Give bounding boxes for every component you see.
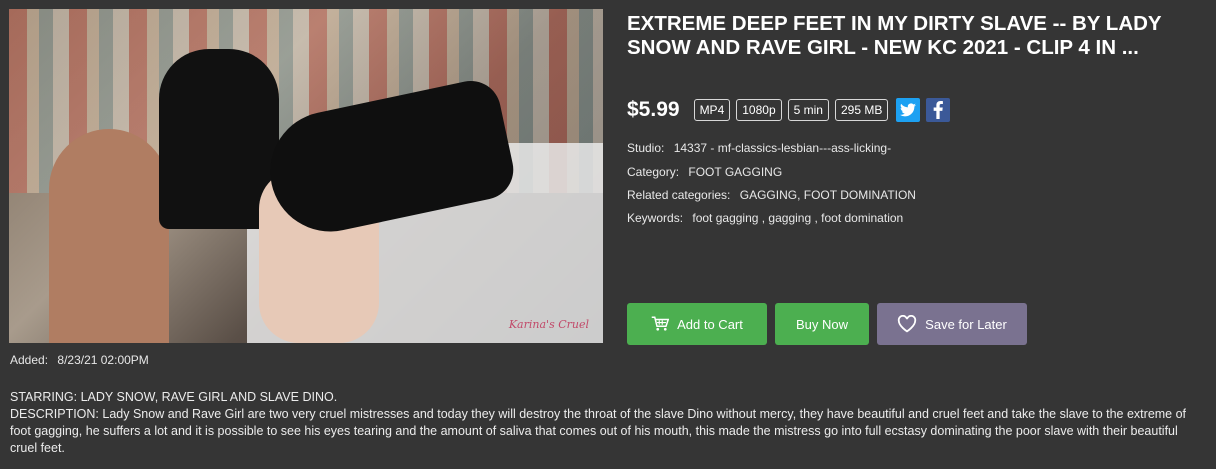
- price: $5.99: [627, 98, 680, 121]
- related-categories-row: Related categories: GAGGING, FOOT DOMINA…: [627, 188, 916, 202]
- related-categories-links[interactable]: GAGGING, FOOT DOMINATION: [740, 188, 916, 202]
- save-for-later-button[interactable]: Save for Later: [877, 303, 1027, 345]
- category-row: Category: FOOT GAGGING: [627, 165, 782, 179]
- studio-row: Studio: 14337 - mf-classics-lesbian---as…: [627, 141, 891, 155]
- facebook-icon[interactable]: [926, 98, 951, 122]
- thumbnail-watermark: Karina's Cruel: [508, 318, 589, 331]
- product-title: EXTREME DEEP FEET IN MY DIRTY SLAVE -- B…: [627, 12, 1162, 59]
- studio-link[interactable]: 14337 - mf-classics-lesbian---ass-lickin…: [674, 141, 891, 155]
- add-to-cart-button[interactable]: Add to Cart: [627, 303, 767, 345]
- price-row: $5.99 MP4 1080p 5 min 295 MB: [627, 97, 954, 123]
- cart-icon: [651, 316, 670, 331]
- keywords-links[interactable]: foot gagging , gagging , foot domination: [692, 211, 903, 225]
- save-for-later-label: Save for Later: [925, 316, 1007, 332]
- studio-label: Studio:: [627, 141, 665, 155]
- added-date-row: Added: 8/23/21 02:00PM: [10, 353, 149, 367]
- category-label: Category:: [627, 165, 680, 179]
- filesize-badge: 295 MB: [834, 99, 889, 121]
- description-block: STARRING: LADY SNOW, RAVE GIRL AND SLAVE…: [10, 389, 1206, 457]
- keywords-row: Keywords: foot gagging , gagging , foot …: [627, 211, 903, 225]
- duration-badge: 5 min: [787, 99, 829, 121]
- twitter-icon[interactable]: [896, 98, 921, 122]
- category-link[interactable]: FOOT GAGGING: [688, 165, 782, 179]
- add-to-cart-label: Add to Cart: [677, 316, 743, 332]
- added-date: 8/23/21 02:00PM: [57, 353, 149, 367]
- description-text: DESCRIPTION: Lady Snow and Rave Girl are…: [10, 407, 1187, 455]
- format-badge: MP4: [693, 99, 731, 121]
- heart-icon: [898, 315, 917, 333]
- thumbnail-figure: [49, 129, 169, 343]
- resolution-badge: 1080p: [736, 99, 782, 121]
- buy-now-button[interactable]: Buy Now: [775, 303, 869, 345]
- starring-text: STARRING: LADY SNOW, RAVE GIRL AND SLAVE…: [10, 390, 338, 404]
- keywords-label: Keywords:: [627, 211, 684, 225]
- product-thumbnail[interactable]: Karina's Cruel: [9, 9, 603, 343]
- buy-now-label: Buy Now: [795, 316, 849, 332]
- added-label: Added:: [10, 353, 49, 367]
- related-categories-label: Related categories:: [627, 188, 731, 202]
